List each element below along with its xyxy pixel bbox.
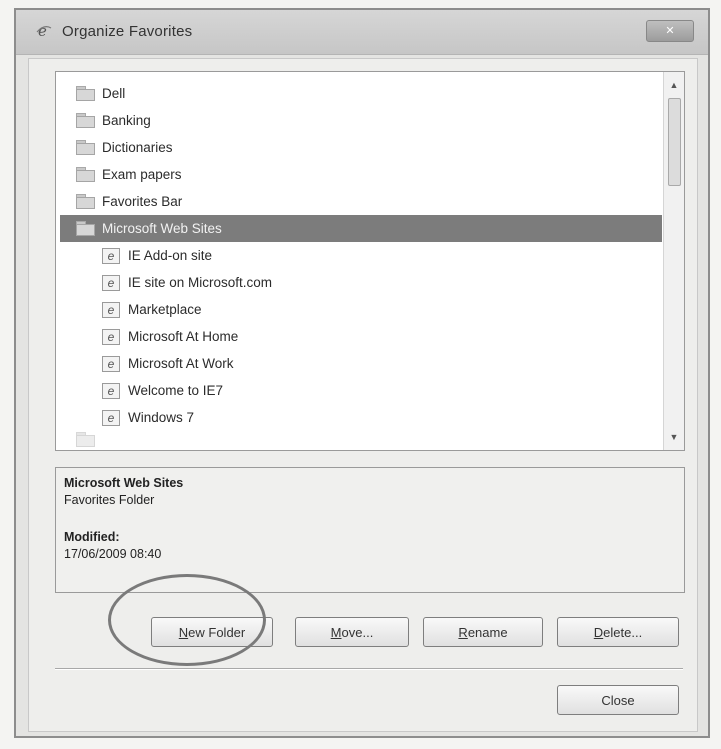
tree-item-folder[interactable]: Favorites Bar [56,188,662,215]
tree-item-label: Exam papers [102,167,182,182]
tree-item-link[interactable]: e IE Add-on site [56,242,662,269]
folder-icon [76,193,95,210]
ie-link-icon: e [102,355,120,372]
rename-label: ename [467,625,508,640]
delete-button[interactable]: Delete... [557,617,679,647]
tree-item-label: Microsoft At Work [128,356,234,371]
svg-text:e: e [38,22,47,40]
button-divider [55,668,683,670]
scroll-down-arrow-icon[interactable]: ▼ [664,428,684,446]
ie-link-icon: e [102,382,120,399]
rename-mnemonic: R [458,625,468,640]
tree-item-label: Favorites Bar [102,194,183,209]
ie-link-icon: e [102,409,120,426]
tree-item-folder[interactable]: Dell [56,80,662,107]
dialog-body: Dell Banking Dictionaries Exam papers Fa… [28,58,698,732]
move-button[interactable]: Move... [295,617,409,647]
tree-item-folder[interactable]: Dictionaries [56,134,662,161]
delete-label: elete... [603,625,643,640]
vertical-scrollbar[interactable]: ▲ ▼ [663,72,684,450]
folder-icon [76,220,95,237]
tree-item-folder-selected[interactable]: Microsoft Web Sites [60,215,662,242]
folder-icon [76,166,95,183]
folder-icon [76,85,95,102]
ie-link-icon: e [102,274,120,291]
tree-item-link[interactable]: e Windows 7 [56,404,662,431]
tree-item-label: Banking [102,113,151,128]
tree-item-folder[interactable]: Exam papers [56,161,662,188]
details-modified-label: Modified: [64,530,120,544]
tree-item-link[interactable]: e IE site on Microsoft.com [56,269,662,296]
tree-item-folder[interactable]: Banking [56,107,662,134]
title-close-button[interactable]: ✕ [646,20,694,42]
ie-icon: e [36,22,52,40]
move-mnemonic: M [330,625,342,640]
ie-link-icon: e [102,247,120,264]
tree-item-label: Dictionaries [102,140,173,155]
tree-item-label: Microsoft Web Sites [102,221,222,236]
close-button[interactable]: Close [557,685,679,715]
tree-item-cut-off [56,431,662,449]
tree-item-label: IE Add-on site [128,248,213,263]
organize-favorites-dialog: e Organize Favorites ✕ Dell Banking Dict… [14,8,710,738]
move-label: ove... [341,625,374,640]
tree-item-link[interactable]: e Marketplace [56,296,662,323]
scroll-thumb[interactable] [668,98,681,186]
details-name: Microsoft Web Sites [64,476,184,490]
window-title: Organize Favorites [62,23,193,40]
tree-item-label: Dell [102,86,126,101]
tree-item-label: Microsoft At Home [128,329,239,344]
details-modified-value: 17/06/2009 08:40 [64,547,162,561]
new-folder-mnemonic: N [178,625,189,640]
delete-mnemonic: D [593,625,604,640]
favorites-tree[interactable]: Dell Banking Dictionaries Exam papers Fa… [55,71,685,451]
tree-item-link[interactable]: e Microsoft At Work [56,350,662,377]
rename-button[interactable]: Rename [423,617,543,647]
ie-link-icon: e [102,301,120,318]
folder-icon [76,139,95,156]
ie-link-icon: e [102,328,120,345]
tree-item-label: Marketplace [128,302,202,317]
details-panel: Microsoft Web Sites Favorites Folder Mod… [55,467,685,593]
title-bar: e Organize Favorites ✕ [16,10,708,55]
tree-item-link[interactable]: e Welcome to IE7 [56,377,662,404]
tree-item-label: Welcome to IE7 [128,383,224,398]
new-folder-label: ew Folder [188,625,246,640]
folder-icon [76,432,95,448]
folder-icon [76,112,95,129]
details-kind: Favorites Folder [64,493,155,507]
tree-item-label: IE site on Microsoft.com [128,275,273,290]
new-folder-button[interactable]: New Folder [151,617,273,647]
tree-rows: Dell Banking Dictionaries Exam papers Fa… [56,80,662,449]
scroll-up-arrow-icon[interactable]: ▲ [664,76,684,94]
tree-item-link[interactable]: e Microsoft At Home [56,323,662,350]
tree-item-label: Windows 7 [128,410,195,425]
